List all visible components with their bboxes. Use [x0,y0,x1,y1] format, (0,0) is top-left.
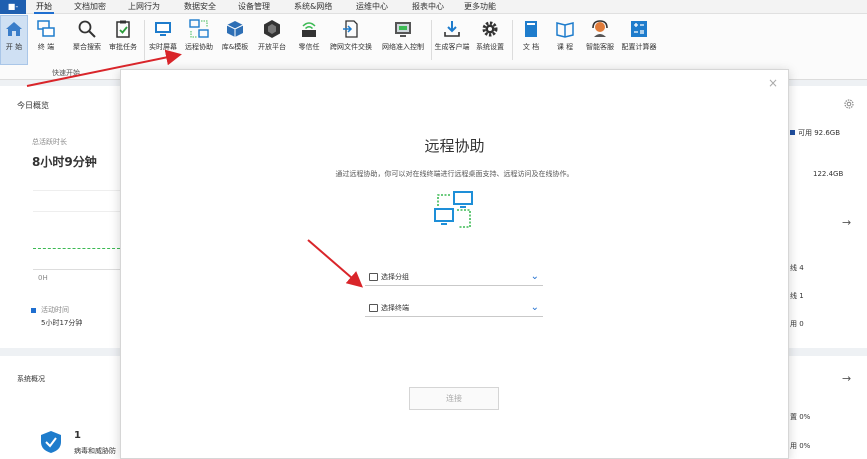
virus-threat-count: 1 [74,430,81,441]
generate-client-button[interactable]: 生成客户端 [432,16,472,64]
stat-row-5: 用 0% [790,442,811,450]
menu-system-network[interactable]: 系统&网络 [294,0,332,14]
remote-assist-dialog: × 远程协助 通过远程协助，你可以对在线终端进行远程桌面支持、远程访问及在线协作… [120,69,789,459]
terminal-button[interactable]: 终 端 [32,16,60,64]
ribbon-separator [144,20,145,60]
menu-data-security[interactable]: 数据安全 [184,0,216,14]
clipboard-check-icon [113,19,133,39]
network-access-icon [393,19,413,39]
documents-button[interactable]: 文 档 [516,16,546,64]
headset-icon [590,19,610,39]
online-duration-value: 8小时9分钟 [32,155,97,169]
zero-trust-button[interactable]: 零信任 [294,16,324,64]
menu-ops-center[interactable]: 运维中心 [356,0,388,14]
menu-start[interactable]: 开始 [34,0,54,14]
open-platform-button[interactable]: 开放平台 [254,16,290,64]
chevron-down-icon: ⌄ [530,271,539,282]
chevron-down-icon: ⌄ [530,302,539,313]
stat-row-3: 用 0 [790,320,804,328]
cross-network-file-exchange-button[interactable]: 跨网文件交换 [326,16,376,64]
chart-axis-zero: 0H [38,274,48,282]
arrow-right-icon[interactable]: → [842,372,851,385]
connect-button[interactable]: 连接 [409,387,499,410]
select-group-dropdown[interactable]: 选择分组 ⌄ [365,270,543,286]
ribbon-group-label: 快速开始 [52,69,80,77]
select-terminal-dropdown[interactable]: 选择终端 ⌄ [365,301,543,317]
legend-value: 5小时17分钟 [41,319,83,327]
home-button[interactable]: 开 始 [0,15,28,65]
dialog-description: 通过远程协助，你可以对在线终端进行远程桌面支持、远程访问及在线协作。 [335,170,574,178]
monitor-icon [369,304,378,312]
calculator-icon [629,19,649,39]
shield-icon [40,430,62,454]
zero-trust-icon [299,19,319,39]
file-exchange-icon [341,19,361,39]
download-icon [442,19,462,39]
stat-row-1: 线 4 [790,264,804,272]
cube-icon [225,19,245,39]
legend-label: 活动时间 [41,306,69,314]
close-icon[interactable]: × [768,76,778,90]
smart-support-button[interactable]: 智能客服 [582,16,618,64]
stat-row-2: 线 1 [790,292,804,300]
app-menu-button[interactable]: ■- [0,0,26,14]
menu-bar: ■- 开始 文档加密 上网行为 数据安全 设备管理 系统&网络 运维中心 报表中… [0,0,867,14]
menu-device-management[interactable]: 设备管理 [238,0,270,14]
online-duration-label: 总活跃时长 [32,138,67,146]
disk-total: 122.4GB [813,170,844,178]
ribbon-separator [512,20,513,60]
terminal-icon [36,19,56,39]
remote-assist-illustration-icon [433,190,475,230]
settings-gear-icon[interactable] [843,98,855,110]
realtime-screen-button[interactable]: 实时屏幕 [146,16,180,64]
menu-internet-behavior[interactable]: 上网行为 [128,0,160,14]
home-icon [4,19,24,39]
monitor-icon [153,19,173,39]
menu-doc-encrypt[interactable]: 文档加密 [74,0,106,14]
disk-used-swatch [790,130,795,135]
menu-report-center[interactable]: 报表中心 [412,0,444,14]
hexagon-icon [262,19,282,39]
legend-swatch [31,308,36,313]
activity-chart-area [33,190,120,270]
virus-threat-label: 病毒和威胁防 [74,447,116,455]
library-template-button[interactable]: 库&模板 [218,16,252,64]
today-overview-title: 今日概览 [17,101,49,110]
system-overview-title: 系统概况 [17,375,45,383]
courses-button[interactable]: 课 程 [550,16,580,64]
disk-available: 可用 92.6GB [798,129,841,137]
menu-more-features[interactable]: 更多功能 [464,0,496,14]
remote-assist-button[interactable]: 远程协助 [182,16,216,64]
arrow-right-icon[interactable]: → [842,216,851,229]
book-icon [521,19,541,39]
search-icon [77,19,97,39]
approval-task-button[interactable]: 审批任务 [106,16,140,64]
aggregate-search-button[interactable]: 聚合搜索 [70,16,104,64]
folder-icon [369,273,378,281]
config-calculator-button[interactable]: 配置计算器 [618,16,660,64]
dialog-title: 远程协助 [424,137,485,155]
network-access-control-button[interactable]: 网络准入控制 [378,16,428,64]
remote-assist-icon [189,19,209,39]
stat-row-4: 置 0% [790,413,811,421]
gear-icon [480,19,500,39]
open-book-icon [555,19,575,39]
system-settings-button[interactable]: 系统设置 [472,16,508,64]
